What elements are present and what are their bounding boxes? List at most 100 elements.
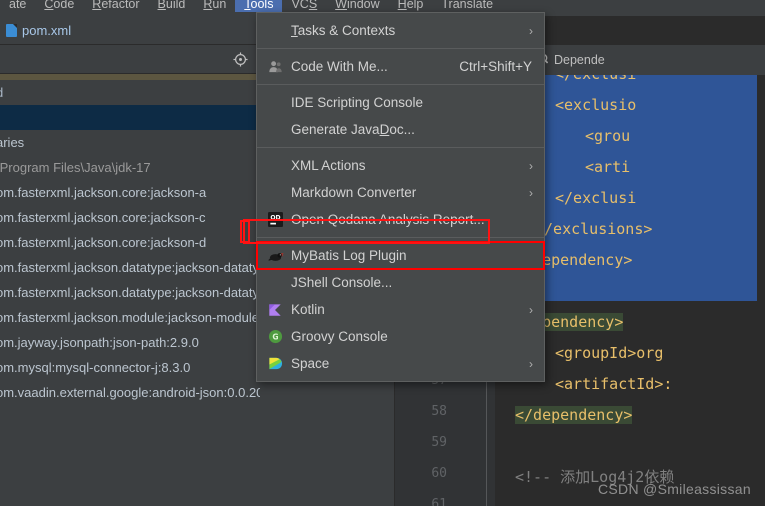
menu-item-ide-scripting-console[interactable]: IDE Scripting Console [257,89,544,116]
tree-row[interactable]: om.fasterxml.jackson.core:jackson-a [0,180,260,205]
menu-item-open-qodana-analysis-report[interactable]: QD Open Qodana Analysis Report... [257,206,544,233]
menubar-item-window[interactable]: Window [326,0,388,12]
space-icon [265,354,285,374]
people-icon [265,57,285,77]
tree-row[interactable]: om.jayway.jsonpath:json-path:2.9.0 [0,330,260,355]
svg-text:G: G [272,332,278,341]
editor-scrollbar[interactable] [757,75,765,506]
tree-row[interactable]: om.fasterxml.jackson.datatype:jackson-da… [0,280,260,305]
menu-separator [257,237,544,238]
tools-menu-popup[interactable]: Tasks & Contexts › Code With Me... Ctrl+Shi… [256,12,545,382]
menu-item-groovy-console[interactable]: G Groovy Console [257,323,544,350]
code-token: <grou [585,127,631,145]
menu-item-label: Kotlin [291,302,325,317]
tree-row-label: om.fasterxml.jackson.datatype:jackson-da… [0,260,260,275]
menu-separator [257,147,544,148]
line-number: 59 [431,435,447,450]
tree-row-label: om.fasterxml.jackson.core:jackson-c [0,210,206,225]
chevron-right-icon: › [529,23,533,38]
tree-row[interactable]: aries [0,130,260,155]
code-token: </exclusi [555,75,636,83]
mybatis-icon [265,246,285,266]
no-icon [265,93,285,113]
menu-separator [257,48,544,49]
tree-row-label: om.jayway.jsonpath:json-path:2.9.0 [0,335,199,350]
code-token: </dependency> [515,406,633,424]
menubar-item-run[interactable]: Run [194,0,235,12]
tree-row[interactable]: om.mysql:mysql-connector-j:8.3.0 [0,355,260,380]
code-token: <arti [585,158,631,176]
chevron-right-icon: › [529,158,533,173]
menu-item-xml-actions[interactable]: XML Actions › [257,152,544,179]
menu-item-jshell-console[interactable]: JShell Console... [257,269,544,296]
groovy-icon: G [265,327,285,347]
tree-row[interactable]: om.fasterxml.jackson.core:jackson-d [0,230,260,255]
menubar-item-ate[interactable]: ate [0,0,35,12]
line-number: 58 [431,404,447,419]
tree-row-selected[interactable] [0,105,260,130]
ide-window: pom.xml d aries \Program Files\Java\jdk-17… [0,0,765,506]
no-icon [265,120,285,140]
menu-item-label: Space [291,356,330,371]
code-token: </exclusions> [535,220,653,238]
chevron-right-icon: › [529,302,533,317]
chevron-right-icon: › [529,356,533,371]
menu-item-tasks-contexts[interactable]: Tasks & Contexts › [257,17,544,44]
menu-item-space[interactable]: Space › [257,350,544,377]
menubar-item-vcs[interactable]: VCS [282,0,326,12]
menu-item-generate-javadoc[interactable]: Generate JavaDoc... [257,116,544,143]
menu-item-label: Open Qodana Analysis Report... [291,212,485,227]
menu-item-label: IDE Scripting Console [291,95,424,110]
tree-row-label: om.fasterxml.jackson.module:jackson-modu… [0,310,260,325]
tree-row-label: om.mysql:mysql-connector-j:8.3.0 [0,360,191,375]
menubar-item-help[interactable]: Help [389,0,433,12]
line-number: 61 [431,497,447,506]
tree-row-label: om.fasterxml.jackson.core:jackson-a [0,185,207,200]
menu-item-mybatis-log-plugin[interactable]: MyBatis Log Plugin [256,241,545,270]
watermark-text: CSDN @Smileassissan [598,481,751,497]
tree-row[interactable]: om.fasterxml.jackson.core:jackson-c [0,205,260,230]
menu-item-shortcut: Ctrl+Shift+Y [459,59,532,74]
tree-row[interactable]: om.fasterxml.jackson.datatype:jackson-da… [0,255,260,280]
code-line: </dependency> [495,400,765,431]
crosshair-icon[interactable] [233,52,248,67]
file-tab-label: pom.xml [22,22,72,38]
menu-item-label: Tasks & Contexts [291,23,396,38]
pane-toolbar [0,45,260,74]
line-number: 60 [431,466,447,481]
dependency-tree[interactable]: d aries \Program Files\Java\jdk-17 om.faste… [0,74,260,506]
menu-item-kotlin[interactable]: Kotlin › [257,296,544,323]
chevron-right-icon: › [529,185,533,200]
menu-item-markdown-converter[interactable]: Markdown Converter › [257,179,544,206]
tree-row-label: om.vaadin.external.google:android-json:0… [0,385,260,400]
menu-item-code-with-me[interactable]: Code With Me... Ctrl+Shift+Y [257,53,544,80]
left-tabstrip: pom.xml [0,16,260,45]
menubar-item-build[interactable]: Build [149,0,195,12]
menu-item-label: JShell Console... [291,275,393,290]
code-token: <groupId>org [555,344,664,362]
xml-file-icon [6,23,17,37]
menubar-item-translate[interactable]: Translate [432,0,502,12]
tree-row[interactable]: om.fasterxml.jackson.module:jackson-modu… [0,305,260,330]
menubar-item-code[interactable]: Code [35,0,83,12]
tree-row-label: aries [0,135,25,150]
menubar-item-tools[interactable]: Tools [235,0,283,12]
menubar-item-refactor[interactable]: Refactor [83,0,148,12]
menu-item-label: XML Actions [291,158,366,173]
tree-row[interactable]: d [0,80,260,105]
file-tab-pom-xml[interactable]: pom.xml [0,23,71,38]
tree-row-label: \Program Files\Java\jdk-17 [0,160,151,175]
tree-row-label: om.fasterxml.jackson.datatype:jackson-da… [0,285,260,300]
no-icon [265,21,285,41]
code-token: </exclusi [555,189,637,207]
kotlin-icon [265,300,285,320]
menu-item-label: Markdown Converter [291,185,417,200]
tree-row-label: d [0,80,3,105]
menu-item-label: Code With Me... [291,59,388,74]
tree-row[interactable]: om.vaadin.external.google:android-json:0… [0,380,260,405]
menu-item-label: Groovy Console [291,329,388,344]
tree-row[interactable]: \Program Files\Java\jdk-17 [0,155,260,180]
tree-row-label: om.fasterxml.jackson.core:jackson-d [0,235,207,250]
qodana-icon: QD [265,210,285,230]
